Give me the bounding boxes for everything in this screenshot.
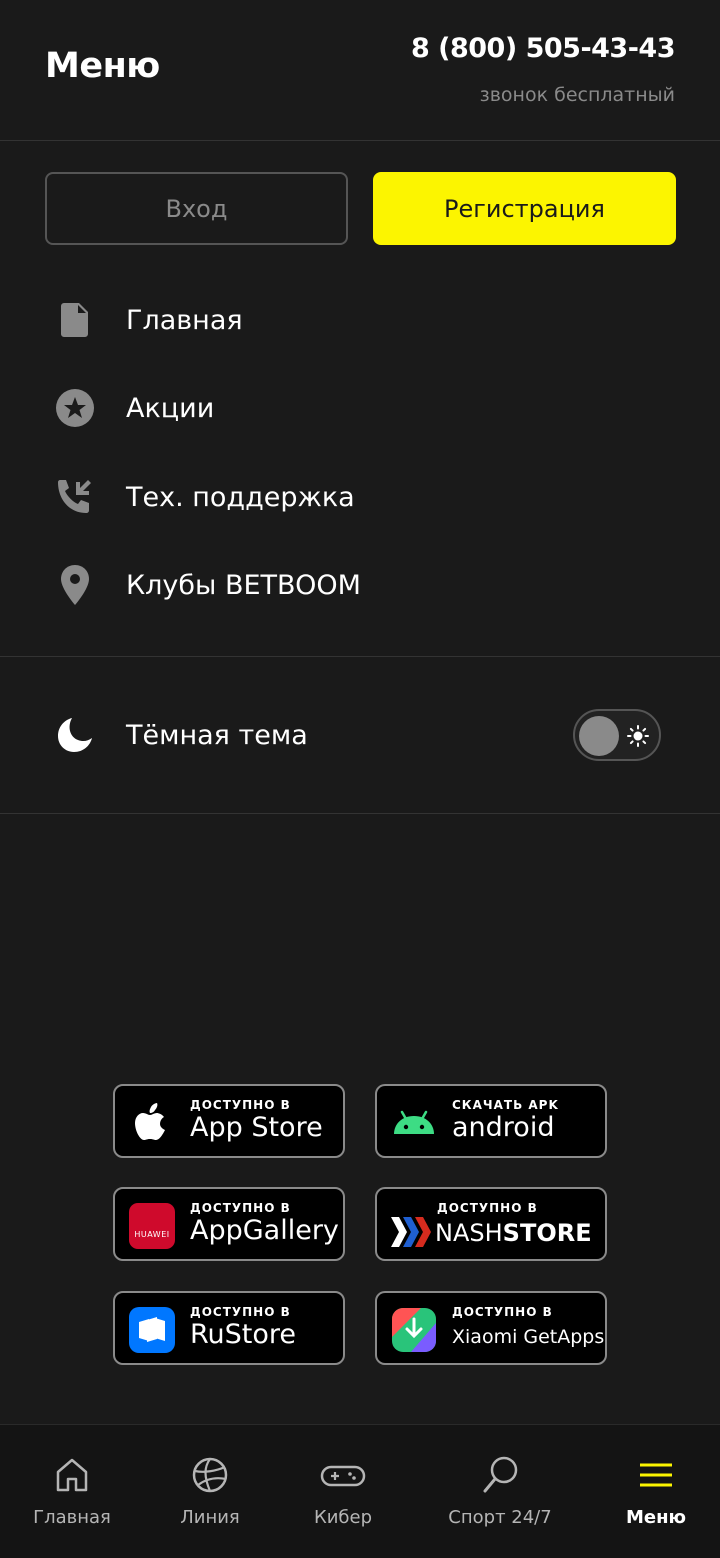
nav-label: Главная [33, 1507, 111, 1528]
menu-item-clubs[interactable]: Клубы BETBOOM [45, 555, 675, 615]
android-apk-badge[interactable]: СКАЧАТЬ APK android [375, 1084, 607, 1158]
menu-item-label: Акции [126, 392, 215, 424]
nav-cyber[interactable]: Кибер [271, 1425, 415, 1558]
store-small-label: ДОСТУПНО В [190, 1098, 291, 1112]
divider [0, 656, 720, 657]
store-name: android [452, 1112, 555, 1143]
gamepad-icon [320, 1465, 366, 1487]
nav-label: Меню [625, 1507, 687, 1528]
header: Меню 8 (800) 505-43-43 звонок бесплатный [0, 0, 720, 141]
apple-icon [135, 1103, 165, 1140]
store-small-label: ДОСТУПНО В [437, 1201, 538, 1215]
store-name: Xiaomi GetApps [452, 1326, 605, 1348]
nashstore-icon [391, 1217, 431, 1247]
menu-item-promotions[interactable]: Акции [45, 378, 675, 438]
ping-pong-icon [483, 1456, 518, 1493]
store-small-label: ДОСТУПНО В [190, 1305, 291, 1319]
phone-note: звонок бесплатный [479, 84, 675, 106]
hamburger-icon [640, 1463, 672, 1487]
rustore-badge[interactable]: ДОСТУПНО В RuStore [113, 1291, 345, 1365]
menu-item-support[interactable]: Тех. поддержка [45, 467, 675, 527]
page-title: Меню [45, 46, 160, 86]
bottom-nav: Главная Линия Кибер Спорт 24/7 Меню [0, 1424, 720, 1558]
phone-number[interactable]: 8 (800) 505-43-43 [411, 33, 676, 64]
store-small-label: СКАЧАТЬ APK [452, 1098, 559, 1112]
nav-label: Линия [180, 1507, 240, 1528]
register-button[interactable]: Регистрация [373, 172, 676, 245]
app-store-badge[interactable]: ДОСТУПНО В App Store [113, 1084, 345, 1158]
store-small-label: ДОСТУПНО В [190, 1201, 291, 1215]
appgallery-badge[interactable]: HUAWEI ДОСТУПНО В AppGallery [113, 1187, 345, 1261]
phone-callback-icon [45, 467, 105, 527]
nav-home[interactable]: Главная [0, 1425, 144, 1558]
store-name: App Store [190, 1112, 323, 1143]
android-icon [394, 1110, 434, 1134]
menu-item-label: Главная [126, 304, 243, 336]
nav-line[interactable]: Линия [138, 1425, 282, 1558]
home-icon [56, 1458, 88, 1492]
moon-icon [45, 705, 105, 765]
nav-label: Кибер [313, 1507, 373, 1528]
nav-sport-247[interactable]: Спорт 24/7 [428, 1425, 572, 1558]
dark-theme-toggle[interactable] [573, 709, 661, 761]
ball-icon [192, 1457, 228, 1493]
huawei-icon: HUAWEI [129, 1203, 175, 1249]
getapps-badge[interactable]: ДОСТУПНО В Xiaomi GetApps [375, 1291, 607, 1365]
nav-menu[interactable]: Меню [584, 1425, 720, 1558]
menu-item-label: Тех. поддержка [126, 481, 355, 513]
divider [0, 813, 720, 814]
menu-item-home[interactable]: Главная [45, 290, 675, 350]
menu-item-label: Клубы BETBOOM [126, 569, 361, 601]
store-name: NASHSTORE [435, 1219, 592, 1247]
getapps-icon [392, 1308, 436, 1352]
toggle-knob [579, 716, 619, 756]
store-name: AppGallery [190, 1215, 339, 1246]
login-button[interactable]: Вход [45, 172, 348, 245]
rustore-icon [129, 1307, 175, 1353]
nashstore-badge[interactable]: ДОСТУПНО В NASHSTORE [375, 1187, 607, 1261]
dark-theme-label: Тёмная тема [126, 719, 308, 751]
star-circle-icon [45, 378, 105, 438]
store-small-label: ДОСТУПНО В [452, 1305, 553, 1319]
store-name: RuStore [190, 1319, 297, 1350]
sun-icon [627, 725, 649, 747]
document-icon [45, 290, 105, 350]
location-pin-icon [45, 555, 105, 615]
nav-label: Спорт 24/7 [448, 1507, 552, 1528]
